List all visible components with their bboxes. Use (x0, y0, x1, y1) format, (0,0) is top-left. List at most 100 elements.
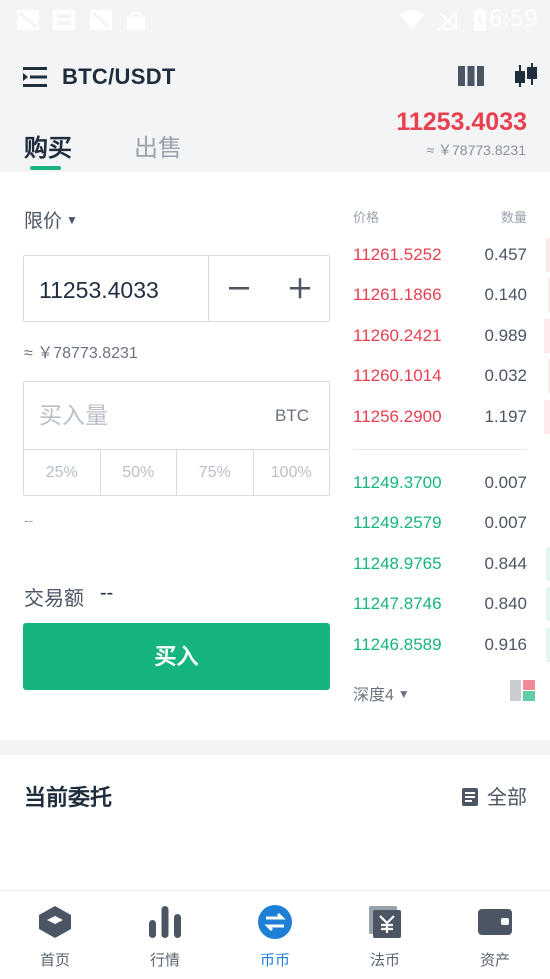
bid-depth-bar (546, 587, 550, 621)
wifi-icon (400, 10, 424, 29)
percent-75-button[interactable]: 75% (177, 450, 254, 495)
ask-price: 11260.1014 (353, 366, 442, 385)
ask-row[interactable]: 11256.2900 1.197 (353, 397, 550, 437)
tab-market[interactable]: 行情 (110, 891, 220, 979)
bid-depth-bar (546, 547, 550, 581)
bid-price: 11249.3700 (353, 473, 442, 492)
bid-row[interactable]: 11249.2579 0.007 (353, 503, 550, 543)
menu-icon[interactable] (23, 66, 49, 88)
wallet-icon (478, 909, 512, 935)
ask-row[interactable]: 11261.1866 0.140 (353, 275, 550, 315)
plus-button[interactable] (269, 256, 330, 321)
bid-row[interactable]: 11246.8589 0.916 (353, 625, 550, 665)
current-orders-section: 当前委托 全部 (0, 755, 550, 890)
amount-unit: BTC (275, 406, 309, 425)
last-price-cny: ≈ ￥78773.8231 (426, 142, 526, 158)
ask-qty: 0.032 (484, 366, 527, 385)
ask-depth-bar (546, 238, 550, 272)
tab-exchange[interactable]: 币币 (220, 891, 330, 979)
ask-price: 11260.2421 (353, 326, 442, 345)
percent-selector: 25% 50% 75% 100% (24, 449, 329, 495)
bid-price: 11247.8746 (353, 594, 442, 613)
minus-button[interactable] (209, 256, 269, 321)
tab-buy[interactable]: 购买 (24, 128, 72, 163)
trade-header: BTC/USDT 购买 出售 11253.4033 ≈ ￥78773.8231 (0, 40, 550, 172)
bid-price: 11248.9765 (353, 554, 442, 573)
price-stepper[interactable]: 11253.4033 (23, 255, 330, 322)
bottom-tab-bar: 首页 行情 币币 法币 资产 (0, 890, 550, 979)
orderbook-layout-icon[interactable] (510, 680, 535, 701)
candlestick-chart-icon[interactable] (512, 63, 538, 89)
tab-fiat[interactable]: 法币 (330, 891, 440, 979)
available-balance: -- (24, 512, 34, 528)
buy-button[interactable]: 买入 (23, 623, 330, 690)
orderbook-qty-header: 数量 (500, 210, 527, 225)
trade-amount-label: 交易额 (24, 588, 84, 610)
notification-icon (17, 10, 39, 30)
bag-icon (127, 11, 145, 30)
all-orders-link[interactable]: 全部 (461, 781, 527, 810)
ask-row[interactable]: 11260.2421 0.989 (353, 316, 550, 356)
ask-depth-bar (544, 319, 550, 353)
no-signal-icon (437, 10, 457, 30)
ask-qty: 1.197 (484, 407, 527, 426)
tab-label: 首页 (39, 952, 70, 969)
status-bar: 6:59 (0, 0, 550, 40)
all-orders-label: 全部 (487, 787, 527, 809)
ask-row[interactable]: 11261.5252 0.457 (353, 235, 550, 275)
pair-title[interactable]: BTC/USDT (62, 64, 176, 90)
price-input[interactable]: 11253.4033 (39, 277, 159, 304)
bid-row[interactable]: 11247.8746 0.840 (353, 584, 550, 624)
depth-label: 深度4 (353, 687, 394, 704)
fiat-icon (369, 906, 401, 938)
percent-25-button[interactable]: 25% (24, 450, 101, 495)
ask-qty: 0.989 (484, 326, 527, 345)
price-cny: ≈ ￥78773.8231 (24, 345, 138, 362)
current-orders-title: 当前委托 (24, 785, 113, 810)
tab-home[interactable]: 首页 (0, 891, 110, 979)
bid-qty: 0.840 (484, 594, 527, 613)
ask-price: 11256.2900 (353, 407, 442, 426)
order-type-dropdown[interactable]: 限价 ▼ (24, 206, 78, 233)
ask-qty: 0.457 (484, 245, 527, 264)
home-icon (39, 906, 71, 938)
bid-qty: 0.007 (484, 473, 527, 492)
tab-label: 资产 (479, 952, 510, 969)
ask-qty: 0.140 (484, 285, 527, 304)
tab-buy-indicator (30, 166, 61, 170)
tab-label: 法币 (369, 952, 400, 969)
tab-label: 币币 (259, 952, 290, 969)
percent-100-button[interactable]: 100% (254, 450, 330, 495)
last-price: 11253.4033 (396, 108, 527, 136)
ask-row[interactable]: 11260.1014 0.032 (353, 356, 550, 396)
exchange-icon (258, 905, 292, 939)
caret-down-icon: ▼ (66, 213, 78, 227)
amount-field: BTC 25% 50% 75% 100% (23, 381, 330, 496)
tab-sell[interactable]: 出售 (134, 128, 182, 163)
orderbook-price-header: 价格 (353, 210, 380, 225)
document-icon (462, 788, 478, 806)
keyboard-icon (53, 10, 75, 30)
percent-50-button[interactable]: 50% (101, 450, 177, 495)
columns-icon[interactable] (458, 65, 484, 87)
bid-row[interactable]: 11249.3700 0.007 (353, 463, 550, 503)
bid-depth-bar (546, 628, 550, 662)
clock: 6:59 (488, 7, 538, 32)
trade-amount-value: -- (100, 582, 114, 604)
bid-qty: 0.916 (484, 635, 527, 654)
ask-price: 11261.5252 (353, 245, 442, 264)
bid-price: 11246.8589 (353, 635, 442, 654)
tab-assets[interactable]: 资产 (440, 891, 550, 979)
depth-dropdown[interactable]: 深度4 ▼ (353, 681, 410, 705)
bid-price: 11249.2579 (353, 513, 442, 532)
orderbook-divider (353, 449, 527, 450)
trade-panel: 限价▼ 11253.4033 ≈ ￥78773.8231 BTC 25% 50%… (0, 172, 550, 740)
caret-down-icon: ▼ (397, 687, 410, 701)
ask-depth-bar (544, 400, 550, 434)
bid-row[interactable]: 11248.9765 0.844 (353, 544, 550, 584)
notification-icon (90, 10, 112, 30)
ask-price: 11261.1866 (353, 285, 442, 304)
market-icon (149, 906, 181, 938)
order-type-label: 限价 (24, 211, 63, 232)
bid-qty: 0.007 (484, 513, 527, 532)
